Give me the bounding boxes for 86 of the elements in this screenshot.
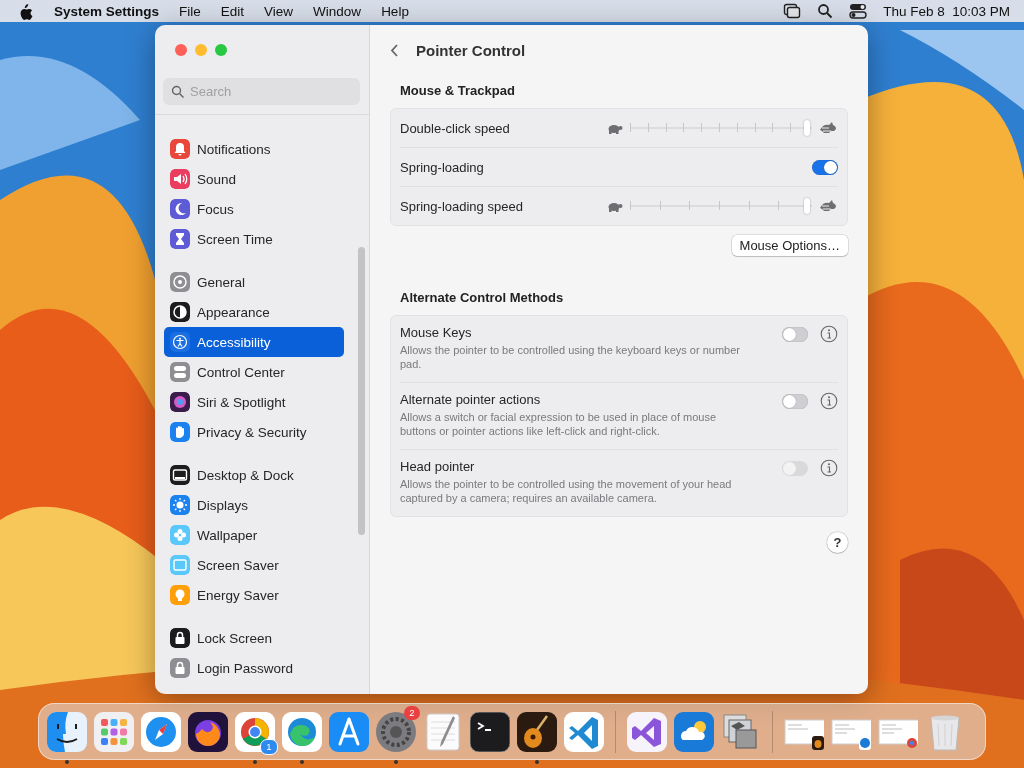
menu-item[interactable]: View bbox=[264, 3, 294, 19]
ribbon-icon[interactable] bbox=[627, 711, 667, 752]
sidebar-item[interactable]: Energy Saver bbox=[164, 580, 344, 610]
bell-icon bbox=[170, 139, 190, 159]
apple-logo-icon[interactable] bbox=[18, 2, 34, 20]
sidebar-item[interactable]: Sound bbox=[164, 164, 344, 194]
setting-description: Allows the pointer to be controlled using the keyboard keys or number pad. bbox=[400, 343, 741, 371]
back-icon[interactable] bbox=[390, 42, 400, 58]
toggle-switch[interactable] bbox=[812, 159, 838, 175]
setting-description: Allows a switch or facial expression to be used in place of mouse buttons or pointer actions like left-click and right-click. bbox=[400, 410, 718, 438]
face-icon[interactable] bbox=[47, 711, 87, 752]
setting-description: Allows the pointer to be controlled using the movement of your head captured by a camera; requires an available camera. bbox=[400, 477, 733, 505]
info-icon[interactable] bbox=[820, 459, 838, 477]
lock-icon bbox=[170, 658, 190, 678]
guitar-icon[interactable] bbox=[517, 711, 557, 752]
moon-icon bbox=[170, 199, 190, 219]
setting-label: Mouse Keys bbox=[400, 325, 473, 340]
sidebar-item[interactable]: Siri & Spotlight bbox=[164, 387, 344, 417]
toggle-switch[interactable] bbox=[782, 326, 808, 342]
sidebar-item[interactable]: Focus bbox=[164, 194, 344, 224]
sidebar-item[interactable]: Login Password bbox=[164, 653, 344, 683]
menu-item[interactable]: Edit bbox=[220, 3, 245, 19]
clock[interactable]: Thu Feb 8 10:03 PM bbox=[883, 3, 1010, 19]
pencil-icon[interactable] bbox=[423, 711, 463, 752]
toggle-switch[interactable] bbox=[782, 393, 808, 409]
hand-icon bbox=[170, 422, 190, 442]
window-icon bbox=[170, 465, 190, 485]
menu-item[interactable]: Window bbox=[313, 3, 362, 19]
search-icon[interactable] bbox=[817, 3, 834, 19]
sidebar-item[interactable]: Screen Saver bbox=[164, 550, 344, 580]
section-title: Mouse & Trackpad bbox=[400, 83, 516, 98]
sidebar-item[interactable]: Accessibility bbox=[164, 327, 344, 357]
setting-label: Spring-loading bbox=[400, 159, 485, 175]
slider[interactable] bbox=[630, 120, 812, 136]
terminal-icon[interactable] bbox=[470, 711, 510, 752]
toggles-icon[interactable] bbox=[849, 3, 868, 19]
setting-label: Head pointer bbox=[400, 459, 476, 474]
menu-item[interactable]: File bbox=[179, 3, 201, 19]
flower-icon bbox=[170, 525, 190, 545]
sidebar-item[interactable]: Appearance bbox=[164, 297, 344, 327]
hare-icon bbox=[818, 199, 838, 213]
screen-icon bbox=[170, 555, 190, 575]
wave-icon[interactable] bbox=[282, 711, 322, 752]
speaker-icon bbox=[170, 169, 190, 189]
app-menu[interactable]: System Settings bbox=[54, 3, 160, 19]
sidebar-item[interactable]: Desktop & Dock bbox=[164, 460, 344, 490]
orb-icon bbox=[170, 392, 190, 412]
contrast-icon bbox=[170, 302, 190, 322]
window-control[interactable] bbox=[175, 44, 187, 56]
switches-icon bbox=[170, 362, 190, 382]
windows-icon[interactable] bbox=[783, 3, 802, 19]
help-button[interactable]: ? bbox=[827, 532, 848, 553]
setting-label: Alternate pointer actions bbox=[400, 392, 542, 407]
search-icon bbox=[171, 85, 184, 98]
lock-icon bbox=[170, 628, 190, 648]
sidebar-item[interactable]: Privacy & Security bbox=[164, 417, 344, 447]
section-title: Alternate Control Methods bbox=[400, 290, 565, 305]
info-icon[interactable] bbox=[820, 392, 838, 410]
sidebar-item[interactable]: Lock Screen bbox=[164, 623, 344, 653]
person-icon bbox=[170, 332, 190, 352]
flame-globe-icon[interactable] bbox=[188, 711, 228, 752]
setting-label: Double-click speed bbox=[400, 120, 511, 136]
sidebar-item[interactable]: Notifications bbox=[164, 134, 344, 164]
grid-icon[interactable] bbox=[94, 711, 134, 752]
setting-label: Spring-loading speed bbox=[400, 198, 524, 214]
hare-icon bbox=[818, 121, 838, 135]
sidebar-item[interactable]: Wallpaper bbox=[164, 520, 344, 550]
mouse-options-button[interactable]: Mouse Options… bbox=[731, 235, 848, 256]
sidebar-item[interactable]: Displays bbox=[164, 490, 344, 520]
pencil-a-icon[interactable] bbox=[329, 711, 369, 752]
page-title: Pointer Control bbox=[416, 41, 526, 59]
hourglass-icon bbox=[170, 229, 190, 249]
search-field[interactable]: Search bbox=[163, 78, 360, 105]
slider[interactable] bbox=[630, 198, 812, 214]
bulb-icon bbox=[170, 585, 190, 605]
sun-icon bbox=[170, 495, 190, 515]
info-icon[interactable] bbox=[820, 325, 838, 343]
sidebar-item[interactable]: Screen Time bbox=[164, 224, 344, 254]
scrollbar[interactable] bbox=[358, 247, 365, 535]
menu-item[interactable]: Help bbox=[381, 3, 409, 19]
gear-icon bbox=[170, 272, 190, 292]
cloud-icon[interactable] bbox=[674, 711, 714, 752]
code-icon[interactable] bbox=[564, 711, 604, 752]
compass-icon[interactable] bbox=[141, 711, 181, 752]
sidebar-item[interactable]: Control Center bbox=[164, 357, 344, 387]
sidebar-item[interactable]: General bbox=[164, 267, 344, 297]
